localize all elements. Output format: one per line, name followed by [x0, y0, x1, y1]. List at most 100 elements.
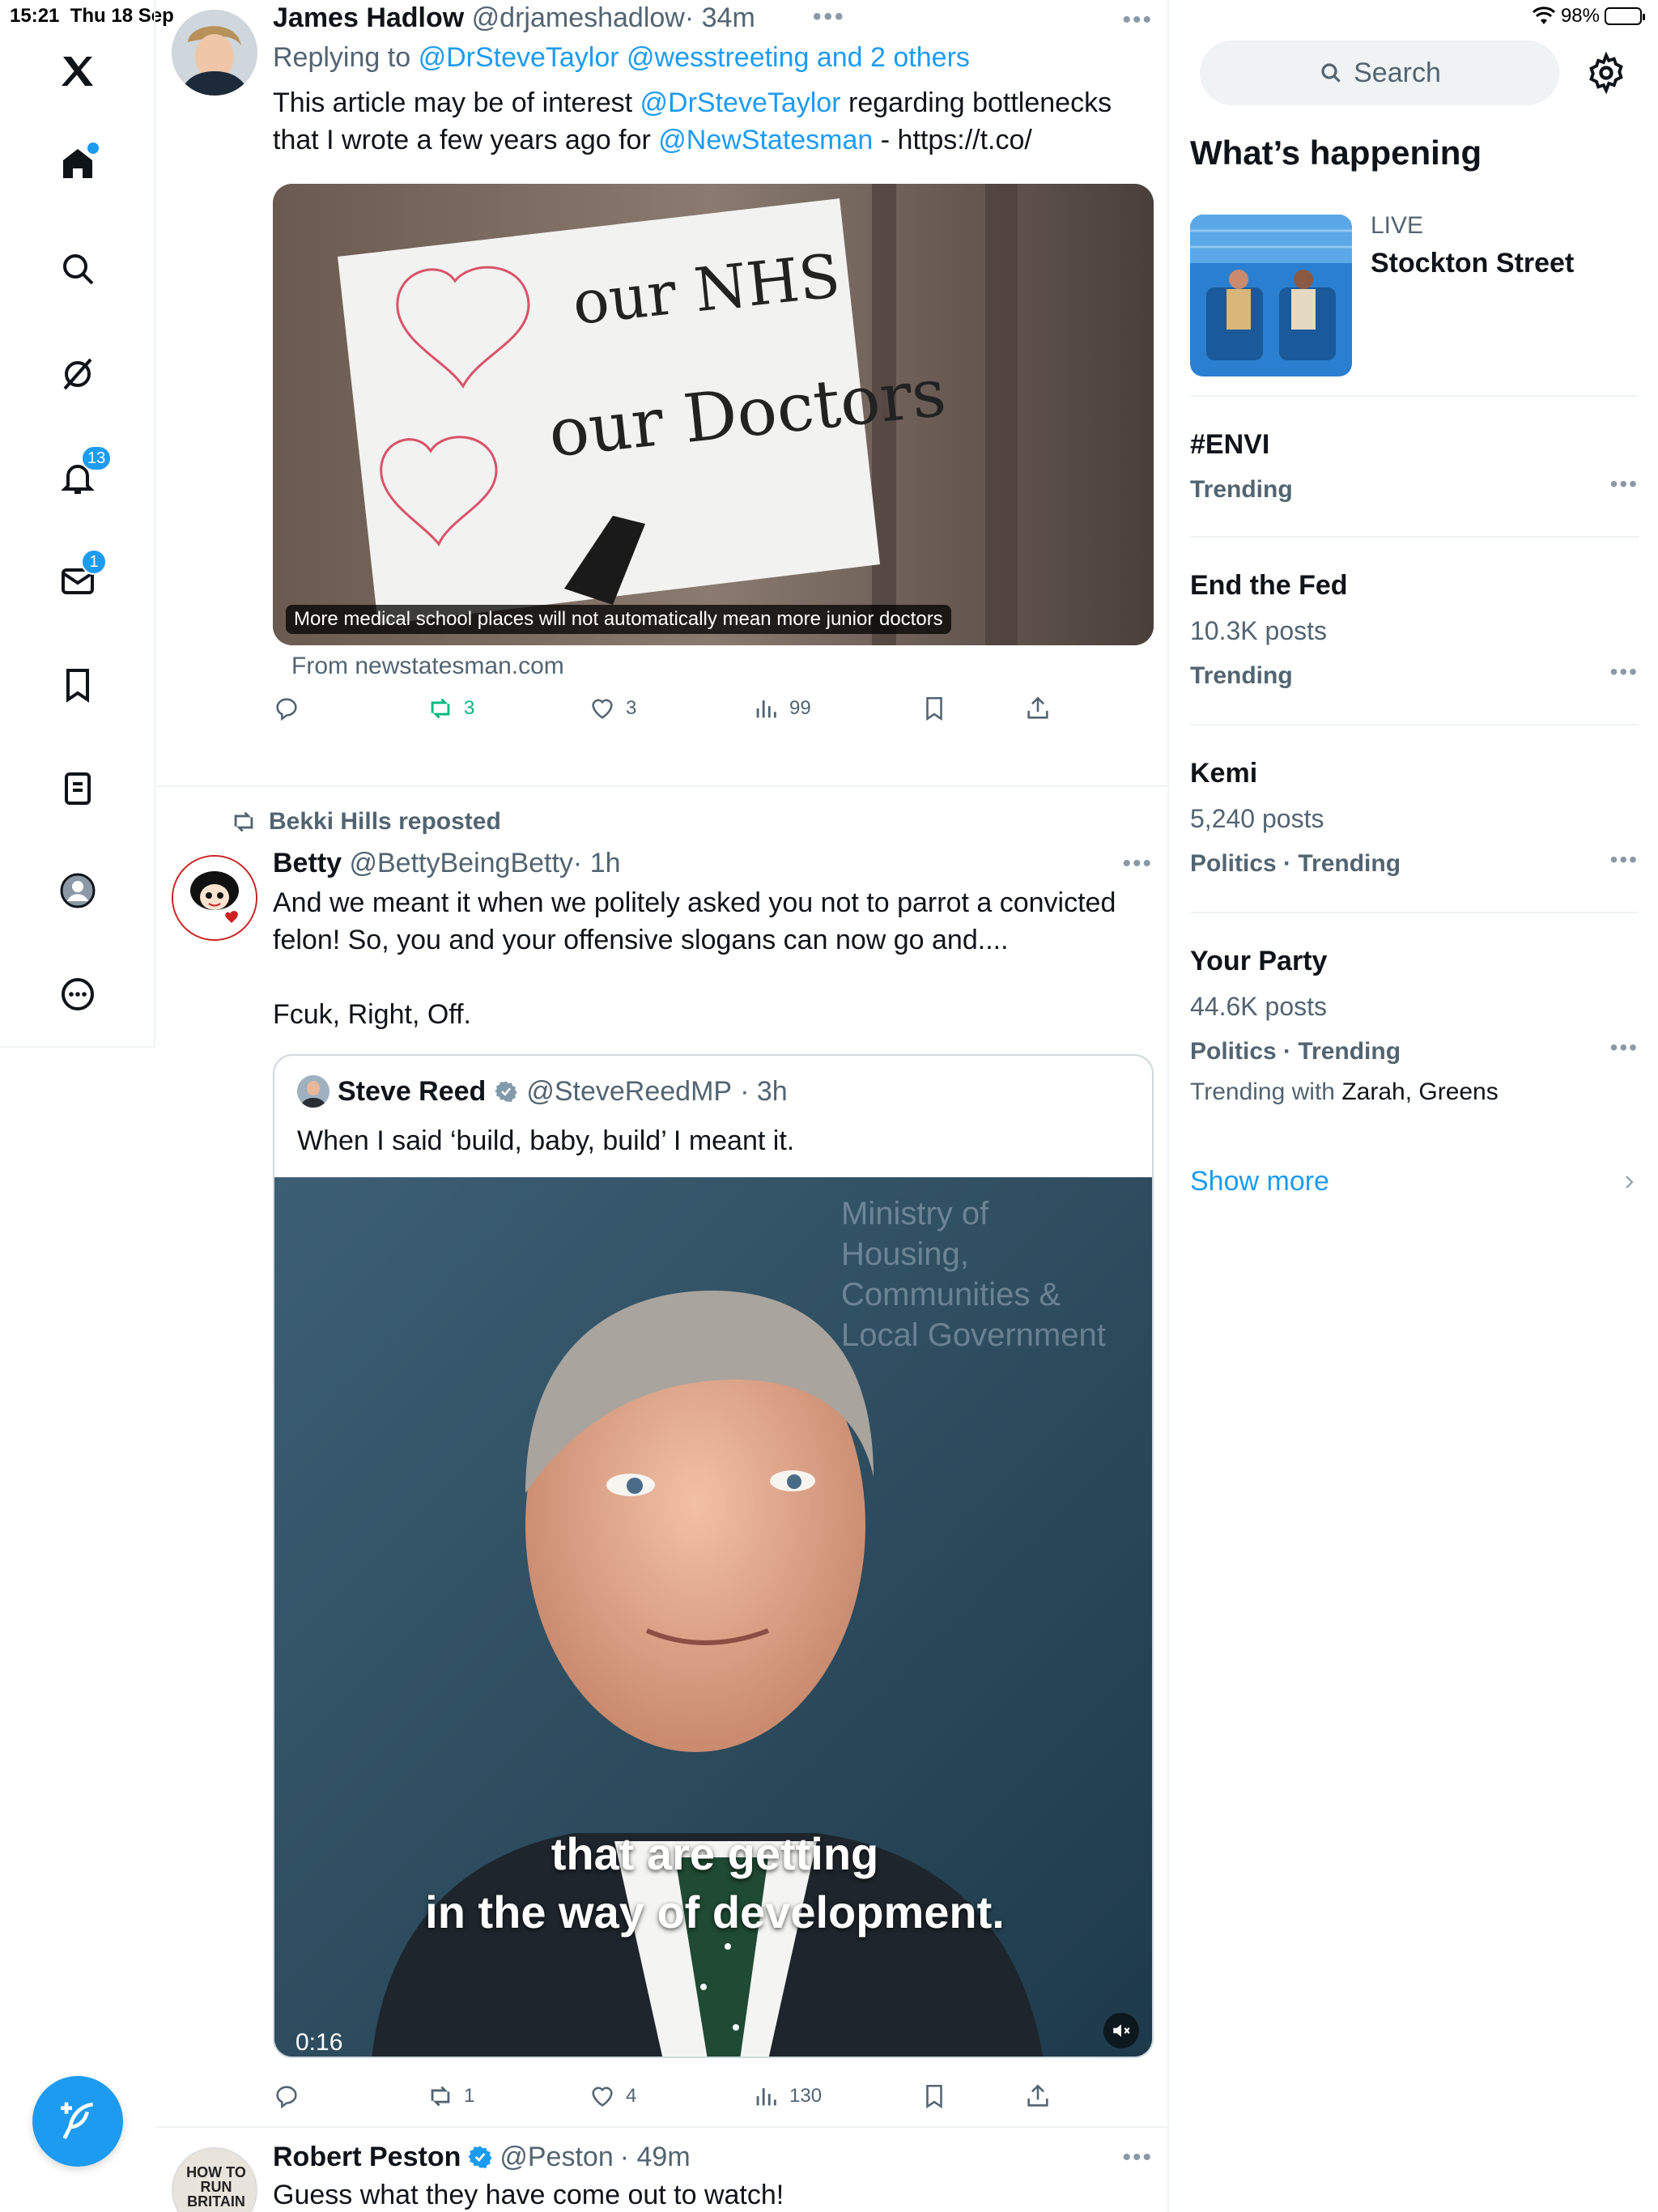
- views-icon: [756, 700, 776, 718]
- mention-link[interactable]: @DrSteveTaylor: [640, 87, 841, 118]
- verified-badge-icon: [468, 2146, 493, 2168]
- tweet[interactable]: HOW TO RUN BRITAIN Robert Peston @Peston…: [155, 2128, 1169, 2212]
- quote-video[interactable]: Ministry of Housing, Communities & Local…: [274, 1177, 1152, 2057]
- live-label: LIVE: [1371, 212, 1424, 239]
- bookmark-icon: [926, 2084, 942, 2109]
- repost-label[interactable]: Bekki Hills reposted: [269, 808, 501, 836]
- avatar[interactable]: [172, 855, 257, 941]
- tweet[interactable]: Bekki Hills reposted Betty @BettyBeingBe…: [155, 787, 1169, 2123]
- share-icon: [1027, 696, 1048, 719]
- trend-item[interactable]: #ENVI Trending •••: [1190, 426, 1639, 508]
- avatar[interactable]: HOW TO RUN BRITAIN: [172, 2147, 257, 2212]
- views-button[interactable]: 99: [752, 695, 811, 722]
- trend-item[interactable]: Kemi 5,240 posts Politics · Trending •••: [1190, 755, 1639, 883]
- messages-badge: 1: [81, 549, 107, 575]
- tweet-header: Betty @BettyBeingBetty· 1h: [273, 845, 1154, 881]
- profile-icon[interactable]: [57, 870, 99, 912]
- mention-link[interactable]: @NewStatesman: [658, 125, 873, 155]
- reply-button[interactable]: [273, 695, 300, 722]
- tweet-link[interactable]: - https://t.co/: [881, 125, 1032, 155]
- author-handle[interactable]: @Peston: [500, 2139, 613, 2175]
- card-caption: More medical school places will not auto…: [286, 605, 951, 634]
- views-button[interactable]: 130: [752, 2082, 822, 2110]
- lists-icon[interactable]: [57, 768, 99, 810]
- trend-title: Your Party: [1190, 946, 1328, 976]
- reply-prefix: Replying to: [273, 42, 411, 73]
- trend-more-button[interactable]: •••: [1610, 659, 1639, 685]
- grok-icon[interactable]: [57, 353, 99, 395]
- trend-more-button[interactable]: •••: [1610, 1035, 1639, 1061]
- reply-button[interactable]: [273, 2082, 300, 2110]
- repost-small-icon: [234, 811, 253, 832]
- bookmark-button[interactable]: [920, 2082, 948, 2110]
- trend-item[interactable]: Your Party 44.6K posts Politics · Trendi…: [1190, 942, 1639, 1111]
- notifications-icon[interactable]: 13: [57, 445, 113, 499]
- view-count: 99: [789, 697, 811, 719]
- share-button[interactable]: [1024, 2082, 1052, 2110]
- live-title[interactable]: Stockton Street: [1371, 248, 1574, 279]
- home-icon[interactable]: [57, 143, 99, 185]
- tweet-text-line: felon! So, you and your offensive slogan…: [273, 925, 1009, 955]
- card-source[interactable]: From newstatesman.com: [291, 648, 564, 685]
- tweet[interactable]: James Hadlow @drjameshadlow· 34m Replyin…: [155, 0, 1169, 785]
- repost-button[interactable]: 1: [427, 2082, 474, 2110]
- video-duration: 0:16: [295, 2029, 343, 2056]
- like-button[interactable]: 4: [589, 2082, 636, 2110]
- right-sidebar: Search What’s happening LIVE Stockton St…: [1171, 0, 1658, 2212]
- mute-button[interactable]: [1103, 2013, 1139, 2048]
- share-button[interactable]: [1024, 695, 1052, 722]
- show-more-link[interactable]: Show more: [1190, 1166, 1639, 1197]
- sidebar-divider: [1190, 912, 1639, 913]
- tweet-text-part: that I wrote a few years ago for: [273, 125, 651, 155]
- trend-item[interactable]: End the Fed 10.3K posts Trending •••: [1190, 567, 1639, 695]
- trend-more-button[interactable]: •••: [1610, 847, 1639, 873]
- tweet-more-button[interactable]: •••: [1122, 850, 1153, 878]
- search-icon: [1321, 63, 1341, 83]
- sidebar-divider: [1190, 724, 1639, 725]
- view-count: 130: [789, 2085, 823, 2107]
- chevron-right-icon: [1626, 1175, 1634, 1189]
- author-name[interactable]: Betty: [273, 848, 342, 878]
- video-background-text: Ministry of Housing, Communities & Local…: [841, 1196, 1106, 1353]
- sidebar-divider: [1190, 536, 1639, 538]
- tweet-text-line: And we meant it when we politely asked y…: [273, 887, 1116, 918]
- trend-category: Trending: [1190, 476, 1293, 503]
- author-name[interactable]: Robert Peston: [273, 2139, 461, 2175]
- repost-button[interactable]: 3: [427, 695, 474, 722]
- author-name[interactable]: James Hadlow: [273, 2, 464, 33]
- tweet-more-button[interactable]: •••: [1122, 2144, 1153, 2172]
- live-event-thumbnail[interactable]: [1190, 215, 1352, 376]
- tweet-actions: 3 3 99: [273, 695, 1154, 730]
- tweet-more-button[interactable]: •••: [1122, 6, 1153, 34]
- x-logo-icon[interactable]: [57, 50, 99, 92]
- bookmarks-icon[interactable]: [57, 664, 99, 706]
- trend-category: Politics · Trending: [1190, 850, 1401, 877]
- heart-icon: [592, 2087, 613, 2107]
- author-handle[interactable]: @drjameshadlow: [472, 2, 685, 33]
- trend-posts: 5,240 posts: [1190, 804, 1324, 833]
- settings-button[interactable]: [1585, 51, 1627, 95]
- search-icon[interactable]: [57, 248, 99, 290]
- quote-text: When I said ‘build, baby, build’ I meant…: [297, 1125, 795, 1156]
- compose-button[interactable]: [32, 2076, 123, 2167]
- more-options-icon[interactable]: [57, 973, 99, 1015]
- trend-related-prefix: Trending with: [1190, 1078, 1335, 1105]
- author-handle[interactable]: @BettyBeingBetty: [349, 848, 572, 878]
- search-input[interactable]: Search: [1200, 40, 1559, 105]
- subtitle-line: that are getting: [551, 1828, 879, 1879]
- home-unread-dot: [87, 143, 99, 154]
- tweet-time: · 34m: [684, 2, 755, 33]
- like-button[interactable]: 3: [589, 695, 636, 722]
- gear-icon: [1589, 51, 1623, 95]
- repost-icon: [431, 698, 450, 719]
- avatar[interactable]: [172, 10, 257, 96]
- trend-more-button[interactable]: •••: [1610, 471, 1639, 497]
- link-card-image[interactable]: our NHS our Doctors More medical school …: [273, 184, 1154, 645]
- reply-to-link[interactable]: @DrSteveTaylor @wesstreeting and 2 other…: [419, 42, 970, 73]
- quoted-tweet[interactable]: Steve Reed @SteveReedMP · 3h When I said …: [273, 1054, 1154, 2058]
- bookmark-button[interactable]: [920, 695, 948, 722]
- trend-title: End the Fed: [1190, 570, 1348, 601]
- trend-category: Politics · Trending: [1190, 1038, 1401, 1065]
- repost-count: 1: [464, 2085, 475, 2107]
- messages-icon[interactable]: 1: [57, 549, 107, 602]
